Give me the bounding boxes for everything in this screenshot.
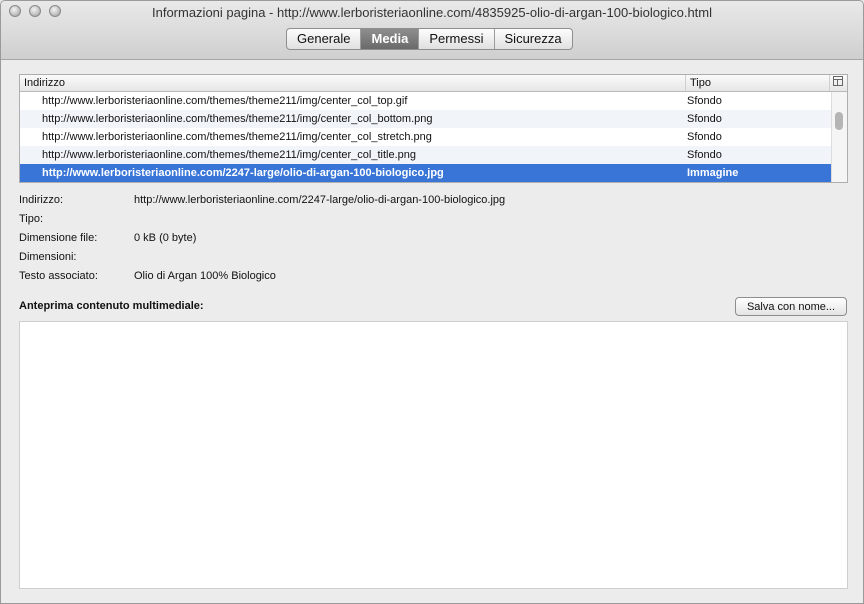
list-row[interactable]: http://www.lerboristeriaonline.com/theme… [20, 110, 831, 128]
column-header-type[interactable]: Tipo [685, 75, 711, 91]
detail-dimensions: Dimensioni: [19, 251, 849, 270]
row-address: http://www.lerboristeriaonline.com/theme… [42, 95, 408, 107]
list-row[interactable]: http://www.lerboristeriaonline.com/theme… [20, 128, 831, 146]
preview-label: Anteprima contenuto multimediale: [19, 300, 204, 312]
row-type: Sfondo [687, 149, 722, 161]
row-type: Sfondo [687, 95, 722, 107]
row-type: Sfondo [687, 113, 722, 125]
row-type: Sfondo [687, 131, 722, 143]
media-preview-area [19, 321, 848, 589]
detail-type-label: Tipo: [19, 213, 44, 225]
media-details: Indirizzo: http://www.lerboristeriaonlin… [19, 194, 849, 289]
detail-address-label: Indirizzo: [19, 194, 64, 206]
list-row-selected[interactable]: http://www.lerboristeriaonline.com/2247-… [20, 164, 831, 182]
save-as-button[interactable]: Salva con nome... [735, 297, 847, 316]
tab-permessi[interactable]: Permessi [419, 29, 495, 49]
tab-media[interactable]: Media [361, 29, 420, 49]
page-info-window: Informazioni pagina - http://www.lerbori… [0, 0, 864, 604]
detail-filesize-value: 0 kB (0 byte) [134, 232, 197, 244]
row-type: Immagine [687, 167, 739, 179]
list-row[interactable]: http://www.lerboristeriaonline.com/theme… [20, 92, 831, 110]
list-rows: http://www.lerboristeriaonline.com/theme… [20, 92, 831, 182]
detail-filesize: Dimensione file: 0 kB (0 byte) [19, 232, 849, 251]
tab-sicurezza[interactable]: Sicurezza [495, 29, 572, 49]
scrollbar-thumb[interactable] [835, 112, 843, 130]
column-header-address[interactable]: Indirizzo [24, 75, 65, 91]
media-list[interactable]: Indirizzo Tipo http://www.lerboristeriao… [19, 74, 848, 183]
detail-alt-text: Testo associato: Olio di Argan 100% Biol… [19, 270, 849, 289]
row-address: http://www.lerboristeriaonline.com/theme… [42, 113, 433, 125]
list-header: Indirizzo Tipo [20, 75, 847, 92]
tab-generale[interactable]: Generale [287, 29, 362, 49]
list-scrollbar[interactable] [831, 92, 847, 182]
column-picker-icon[interactable] [829, 75, 846, 91]
detail-filesize-label: Dimensione file: [19, 232, 98, 244]
window-title: Informazioni pagina - http://www.lerbori… [151, 5, 712, 20]
row-address: http://www.lerboristeriaonline.com/2247-… [42, 167, 444, 179]
detail-type: Tipo: [19, 213, 849, 232]
tab-bar: Generale Media Permessi Sicurezza [286, 28, 573, 50]
detail-address-value: http://www.lerboristeriaonline.com/2247-… [134, 194, 506, 206]
row-address: http://www.lerboristeriaonline.com/theme… [42, 131, 432, 143]
titlebar: Informazioni pagina - http://www.lerbori… [1, 1, 863, 60]
list-row[interactable]: http://www.lerboristeriaonline.com/theme… [20, 146, 831, 164]
detail-alt-label: Testo associato: [19, 270, 98, 282]
detail-dimensions-label: Dimensioni: [19, 251, 77, 263]
detail-address: Indirizzo: http://www.lerboristeriaonlin… [19, 194, 849, 213]
detail-alt-value: Olio di Argan 100% Biologico [134, 270, 276, 282]
row-address: http://www.lerboristeriaonline.com/theme… [42, 149, 416, 161]
